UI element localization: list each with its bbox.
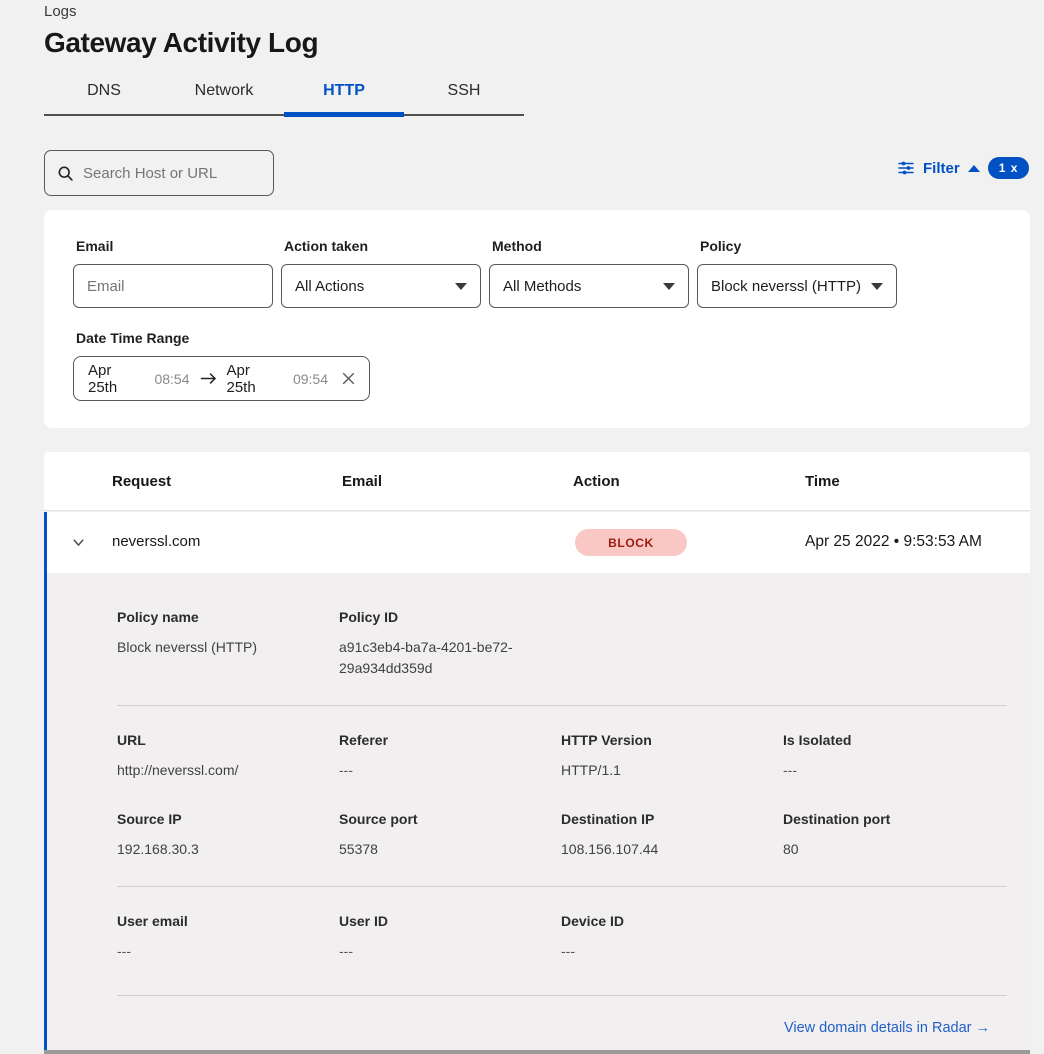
http-version-field: HTTP Version HTTP/1.1 bbox=[561, 732, 783, 781]
device-id-value: --- bbox=[561, 941, 783, 962]
destination-ip-label: Destination IP bbox=[561, 811, 783, 827]
destination-port-field: Destination port 80 bbox=[783, 811, 1007, 860]
source-ip-label: Source IP bbox=[117, 811, 339, 827]
column-header-email: Email bbox=[342, 473, 382, 490]
search-box[interactable] bbox=[44, 150, 274, 196]
action-taken-select[interactable]: All Actions bbox=[281, 264, 481, 308]
column-header-action: Action bbox=[573, 473, 620, 490]
end-time: 09:54 bbox=[293, 371, 328, 387]
destination-ip-value: 108.156.107.44 bbox=[561, 839, 783, 860]
policy-id-link[interactable]: a91c3eb4-ba7a-4201-be72-29a934dd359d bbox=[339, 637, 534, 679]
date-range-label: Date Time Range bbox=[76, 330, 1030, 346]
breadcrumb[interactable]: Logs bbox=[44, 3, 77, 20]
action-taken-group: Action taken All Actions bbox=[281, 238, 481, 308]
tab-ssh[interactable]: SSH bbox=[404, 76, 524, 118]
divider bbox=[117, 705, 1007, 706]
page-title: Gateway Activity Log bbox=[44, 27, 318, 59]
date-range-picker[interactable]: Apr 25th 08:54 Apr 25th 09:54 bbox=[73, 356, 370, 401]
source-port-value: 55378 bbox=[339, 839, 561, 860]
arrow-right-icon bbox=[200, 372, 217, 385]
request-cell: neverssl.com bbox=[112, 533, 200, 550]
action-taken-label: Action taken bbox=[284, 238, 481, 254]
policy-name-value: Block neverssl (HTTP) bbox=[117, 637, 339, 658]
referer-value: --- bbox=[339, 760, 561, 781]
detail-bottom-edge bbox=[44, 1050, 1030, 1054]
filter-label: Filter bbox=[923, 160, 960, 177]
search-icon bbox=[57, 165, 74, 182]
table-row[interactable]: neverssl.com BLOCK Apr 25 2022 • 9:53:53… bbox=[47, 512, 1030, 573]
source-port-field: Source port 55378 bbox=[339, 811, 561, 860]
divider bbox=[117, 995, 1007, 996]
tab-dns[interactable]: DNS bbox=[44, 76, 164, 118]
source-ip-value: 192.168.30.3 bbox=[117, 839, 339, 860]
time-cell: Apr 25 2022 • 9:53:53 AM bbox=[805, 533, 982, 551]
filter-icon bbox=[897, 159, 915, 177]
start-time: 08:54 bbox=[154, 371, 189, 387]
destination-port-value: 80 bbox=[783, 839, 1007, 860]
referer-label: Referer bbox=[339, 732, 561, 748]
policy-group: Policy Block neverssl (HTTP) bbox=[697, 238, 897, 308]
is-isolated-field: Is Isolated --- bbox=[783, 732, 1007, 781]
user-id-field: User ID --- bbox=[339, 913, 561, 962]
chevron-down-icon[interactable] bbox=[71, 535, 86, 555]
policy-name-label: Policy name bbox=[117, 609, 339, 625]
policy-id-field: Policy ID a91c3eb4-ba7a-4201-be72-29a934… bbox=[339, 609, 561, 679]
column-header-time: Time bbox=[805, 473, 840, 490]
start-date: Apr 25th bbox=[88, 362, 144, 396]
date-range-group: Date Time Range Apr 25th 08:54 Apr 25th … bbox=[73, 330, 1030, 401]
policy-label: Policy bbox=[700, 238, 897, 254]
chevron-down-icon bbox=[871, 283, 883, 290]
user-email-value: --- bbox=[117, 941, 339, 962]
expanded-row-details: Policy name Block neverssl (HTTP) Policy… bbox=[47, 573, 1030, 1050]
block-status-badge: BLOCK bbox=[575, 529, 687, 556]
destination-port-label: Destination port bbox=[783, 811, 1007, 827]
search-input[interactable] bbox=[83, 165, 261, 182]
policy-select[interactable]: Block neverssl (HTTP) bbox=[697, 264, 897, 308]
view-in-radar-link[interactable]: View domain details in Radar → bbox=[784, 1020, 990, 1036]
column-header-request: Request bbox=[112, 473, 171, 490]
method-group: Method All Methods bbox=[489, 238, 689, 308]
http-version-label: HTTP Version bbox=[561, 732, 783, 748]
policy-name-field: Policy name Block neverssl (HTTP) bbox=[117, 609, 339, 679]
user-id-value: --- bbox=[339, 941, 561, 962]
policy-value: Block neverssl (HTTP) bbox=[711, 278, 861, 295]
filter-count-badge[interactable]: 1 x bbox=[988, 157, 1030, 179]
referer-field: Referer --- bbox=[339, 732, 561, 781]
action-taken-value: All Actions bbox=[295, 278, 364, 295]
email-field-label: Email bbox=[76, 238, 273, 254]
filter-toggle[interactable]: Filter 1 x bbox=[897, 157, 1029, 179]
url-label: URL bbox=[117, 732, 339, 748]
close-icon[interactable] bbox=[342, 372, 355, 385]
url-field: URL http://neverssl.com/ bbox=[117, 732, 339, 781]
end-date: Apr 25th bbox=[227, 362, 283, 396]
chevron-down-icon bbox=[455, 283, 467, 290]
divider bbox=[117, 886, 1007, 887]
method-label: Method bbox=[492, 238, 689, 254]
user-email-field: User email --- bbox=[117, 913, 339, 962]
chevron-up-icon bbox=[968, 165, 980, 172]
http-version-value: HTTP/1.1 bbox=[561, 760, 783, 781]
device-id-field: Device ID --- bbox=[561, 913, 783, 962]
device-id-label: Device ID bbox=[561, 913, 783, 929]
policy-id-label: Policy ID bbox=[339, 609, 561, 625]
is-isolated-value: --- bbox=[783, 760, 1007, 781]
active-tab-indicator bbox=[284, 112, 404, 117]
source-ip-field: Source IP 192.168.30.3 bbox=[117, 811, 339, 860]
chevron-down-icon bbox=[663, 283, 675, 290]
email-field[interactable] bbox=[87, 278, 259, 295]
destination-ip-field: Destination IP 108.156.107.44 bbox=[561, 811, 783, 860]
user-id-label: User ID bbox=[339, 913, 561, 929]
is-isolated-label: Is Isolated bbox=[783, 732, 1007, 748]
tab-network[interactable]: Network bbox=[164, 76, 284, 118]
source-port-label: Source port bbox=[339, 811, 561, 827]
url-value: http://neverssl.com/ bbox=[117, 760, 339, 781]
user-email-label: User email bbox=[117, 913, 339, 929]
filter-panel: Email Action taken All Actions Method Al… bbox=[44, 210, 1030, 428]
table-header: Request Email Action Time bbox=[44, 452, 1030, 511]
method-select[interactable]: All Methods bbox=[489, 264, 689, 308]
method-value: All Methods bbox=[503, 278, 581, 295]
email-field-group: Email bbox=[73, 238, 273, 308]
